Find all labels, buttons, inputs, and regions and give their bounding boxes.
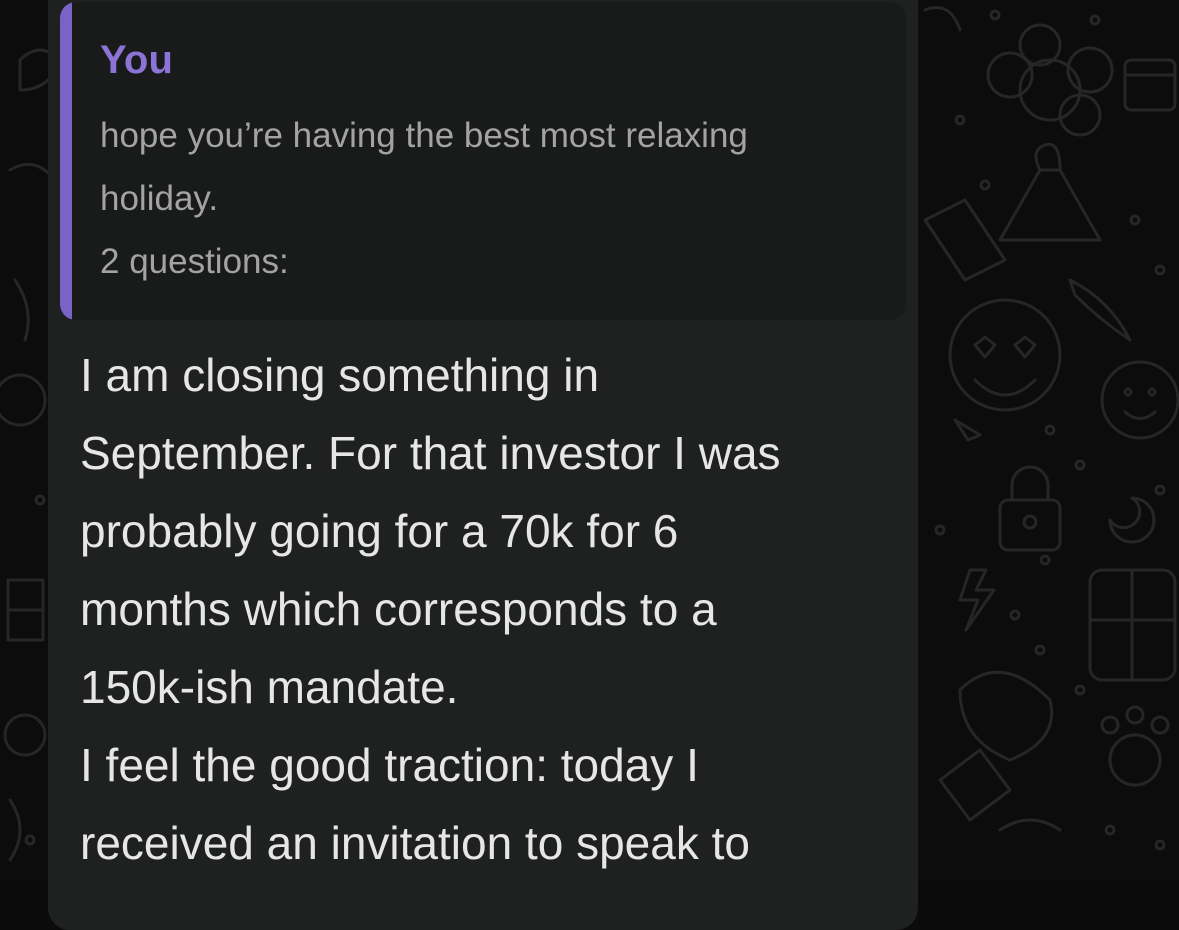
volcano-icon: [998, 142, 1102, 242]
chili-icon: [1068, 278, 1132, 342]
reply-quote-accent-bar: [60, 2, 72, 320]
padlock-icon: [998, 465, 1062, 552]
moon-icon: [1108, 496, 1156, 544]
calendar-icon: [1123, 58, 1177, 112]
smiley-icon: [1100, 360, 1179, 440]
flower-icon: [986, 23, 1114, 137]
lightning-icon: [958, 568, 996, 632]
reply-quote-text: hope you’re having the best most relaxin…: [100, 116, 748, 281]
heart-eyes-emoji-icon: [948, 298, 1062, 412]
calculator-icon: [1088, 568, 1177, 682]
message-text: I am closing something in September. For…: [80, 349, 781, 869]
reply-quote-author: You: [100, 38, 174, 82]
paw-icon: [1100, 705, 1170, 787]
